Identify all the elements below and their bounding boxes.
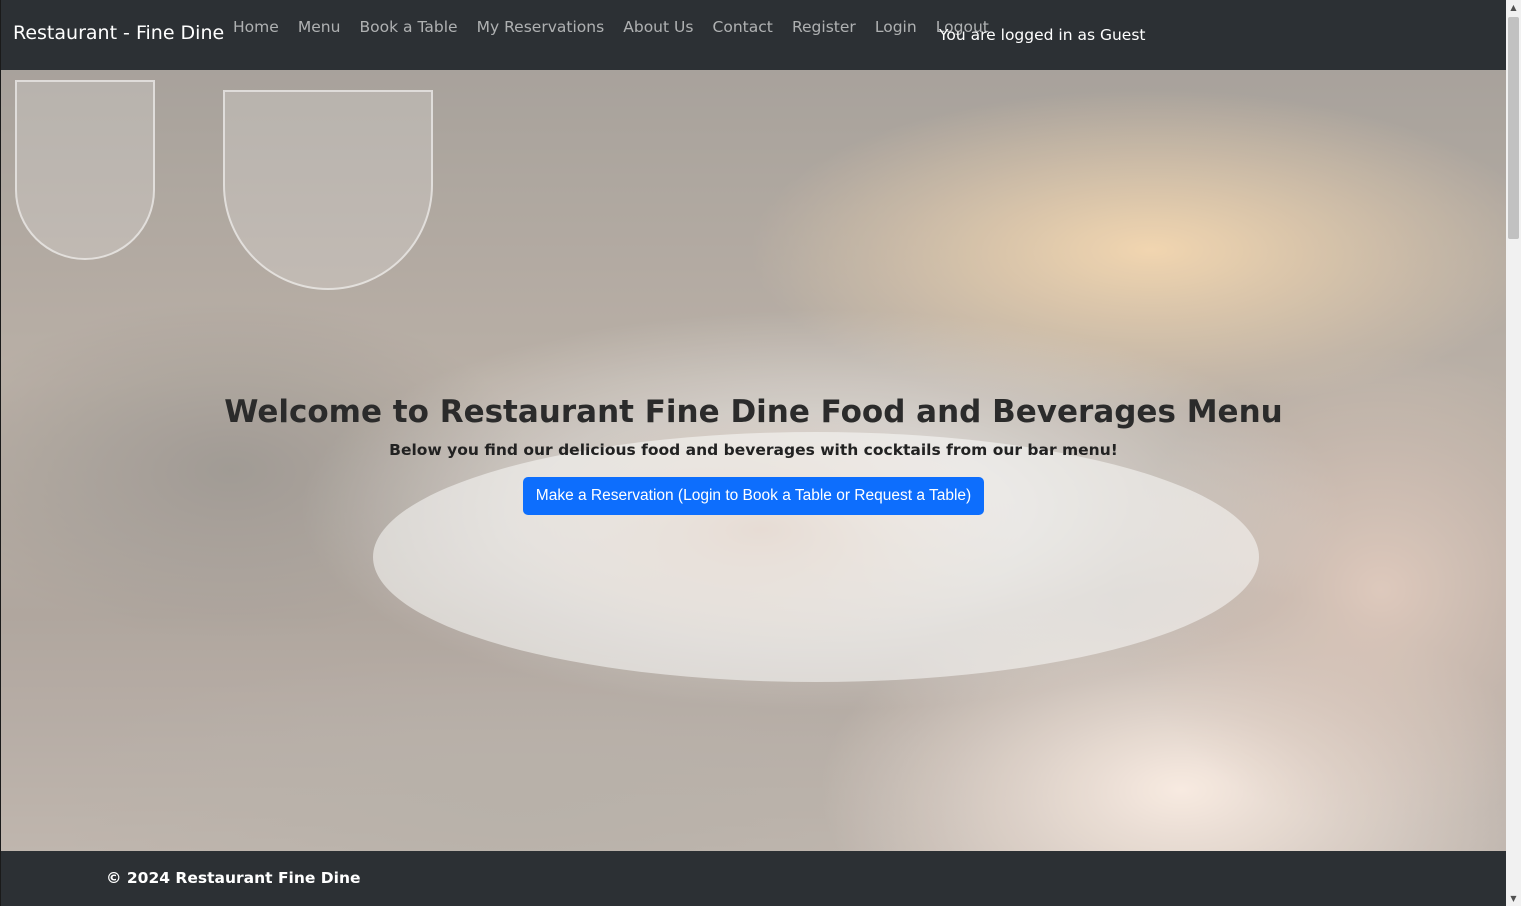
vertical-scrollbar[interactable]: ▲ ▼ [1506,0,1521,906]
hero-section: Welcome to Restaurant Fine Dine Food and… [1,70,1506,851]
navbar: Restaurant - Fine Dine Home Menu Book a … [1,0,1506,70]
scroll-up-icon[interactable]: ▲ [1506,0,1521,15]
make-reservation-button[interactable]: Make a Reservation (Login to Book a Tabl… [522,477,985,515]
page: Restaurant - Fine Dine Home Menu Book a … [0,0,1521,906]
hero-content: Welcome to Restaurant Fine Dine Food and… [1,392,1506,515]
hero-title: Welcome to Restaurant Fine Dine Food and… [224,394,1283,430]
nav-link-about-us[interactable]: About Us [623,16,693,38]
nav-link-contact[interactable]: Contact [713,16,773,38]
nav-link-menu[interactable]: Menu [298,16,341,38]
nav-link-login[interactable]: Login [875,16,917,38]
nav-link-my-reservations[interactable]: My Reservations [477,16,605,38]
nav-links: Home Menu Book a Table My Reservations A… [233,16,989,38]
nav-link-home[interactable]: Home [233,16,279,38]
navbar-brand[interactable]: Restaurant - Fine Dine [13,22,224,44]
scrollbar-thumb[interactable] [1508,17,1519,239]
login-status-text: You are logged in as Guest [939,26,1146,44]
hero-subtitle: Below you find our delicious food and be… [389,441,1118,459]
footer-copyright: © 2024 Restaurant Fine Dine [106,869,361,887]
nav-link-book-a-table[interactable]: Book a Table [360,16,458,38]
scroll-down-icon[interactable]: ▼ [1506,891,1521,906]
nav-link-register[interactable]: Register [792,16,856,38]
main-column: Restaurant - Fine Dine Home Menu Book a … [0,0,1506,906]
footer: © 2024 Restaurant Fine Dine [1,851,1506,906]
